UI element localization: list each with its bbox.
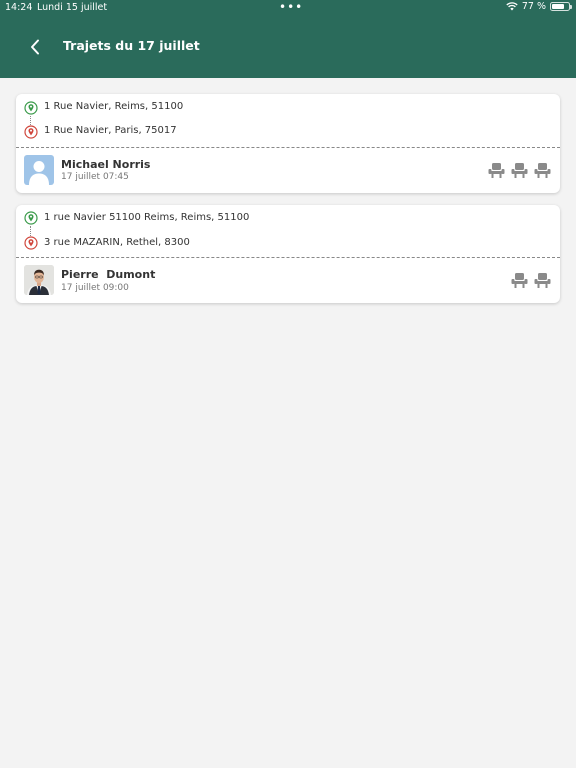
car-seat-icon [488,163,505,178]
trip-datetime: 17 juillet 07:45 [61,172,129,182]
status-bar: 14:24 Lundi 15 juillet ••• 77 % [0,0,576,16]
car-seat-icon [511,163,528,178]
origin-address: 1 rue Navier 51100 Reims, Reims, 51100 [44,212,250,223]
back-button[interactable] [24,34,46,60]
wifi-icon [506,2,518,11]
location-pin-red-icon [24,125,38,139]
multitask-dots[interactable]: ••• [279,0,303,14]
route-connector [30,226,31,236]
available-seats [511,272,551,288]
battery-level [552,4,565,9]
location-pin-green-icon [24,101,38,115]
driver-photo [24,265,54,295]
car-seat-icon [534,273,551,288]
location-pin-green-icon [24,211,38,225]
chevron-left-icon [31,39,39,55]
status-date: Lundi 15 juillet [37,2,108,13]
card-divider [16,257,560,258]
user-avatar-icon [24,155,54,185]
status-time: 14:24 [5,2,33,13]
destination-address: 3 rue MAZARIN, Rethel, 8300 [44,237,190,248]
driver-name: Pierre Dumont [61,268,156,281]
destination-address: 1 Rue Navier, Paris, 75017 [44,125,177,136]
app-header: 14:24 Lundi 15 juillet ••• 77 % Trajets … [0,0,576,78]
route-connector [30,116,31,125]
origin-address: 1 Rue Navier, Reims, 51100 [44,101,184,112]
trip-datetime: 17 juillet 09:00 [61,283,129,293]
car-seat-icon [511,273,528,288]
battery-icon [550,2,572,11]
status-indicators: 77 % [506,1,572,12]
location-pin-red-icon [24,236,38,250]
car-seat-icon [534,163,551,178]
battery-percent: 77 % [521,1,546,12]
card-divider [16,147,560,148]
trip-card[interactable]: 1 Rue Navier, Reims, 51100 1 Rue Navier,… [16,94,560,193]
page-title: Trajets du 17 juillet [63,38,200,53]
driver-name: Michael Norris [61,158,151,171]
available-seats [488,162,551,178]
trip-card[interactable]: 1 rue Navier 51100 Reims, Reims, 51100 3… [16,205,560,303]
